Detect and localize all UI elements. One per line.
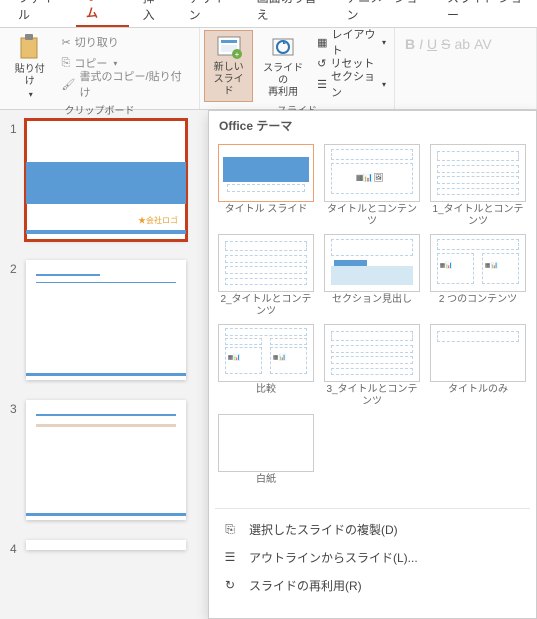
tab-home[interactable]: ホーム	[76, 0, 129, 27]
layout-3-title-content[interactable]: 3_タイトルとコンテンツ	[323, 324, 421, 408]
layout-button[interactable]: ▦レイアウト▾	[313, 32, 390, 52]
layout-blank[interactable]: 白紙	[217, 414, 315, 498]
new-slide-gallery: Office テーマ タイトル スライド ▦📊🖼 タイトルとコンテンツ 1_タイ…	[208, 110, 537, 619]
new-slide-button[interactable]: + 新しい スライド	[204, 30, 253, 102]
layout-title-slide[interactable]: タイトル スライド	[217, 144, 315, 228]
slide-item[interactable]: 1 ★会社ロゴ	[10, 120, 190, 240]
reset-icon: ↺	[317, 57, 326, 70]
underline-button[interactable]: U	[427, 36, 437, 52]
duplicate-slides-menu[interactable]: ⎘ 選択したスライドの複製(D)	[209, 515, 536, 543]
reuse-icon	[269, 33, 297, 61]
tab-file[interactable]: ファイル	[8, 0, 72, 27]
paste-button[interactable]: 貼り付け ▾	[4, 30, 56, 102]
reuse-slides-menu[interactable]: ↻ スライドの再利用(R)	[209, 571, 536, 599]
slide-item[interactable]: 4	[10, 540, 190, 556]
slides-from-outline-menu[interactable]: ☰ アウトラインからスライド(L)...	[209, 543, 536, 571]
cut-icon: ✂	[62, 36, 71, 49]
slide-item[interactable]: 2	[10, 260, 190, 380]
layout-title-content[interactable]: ▦📊🖼 タイトルとコンテンツ	[323, 144, 421, 228]
tab-animation[interactable]: アニメーション	[337, 0, 434, 27]
bold-button[interactable]: B	[405, 36, 415, 52]
reuse-menu-icon: ↻	[221, 576, 239, 594]
layout-title-only[interactable]: タイトルのみ	[429, 324, 527, 408]
slide-thumb-3[interactable]	[26, 400, 186, 520]
paste-icon	[16, 34, 44, 62]
layout-section-header[interactable]: セクション見出し	[323, 234, 421, 318]
slide-thumb-2[interactable]	[26, 260, 186, 380]
layout-icon: ▦	[317, 36, 327, 49]
outline-icon: ☰	[221, 548, 239, 566]
section-button[interactable]: ☰セクション▾	[313, 74, 390, 94]
format-painter-button[interactable]: 🖌書式のコピー/貼り付け	[58, 74, 195, 94]
tab-insert[interactable]: 挿入	[133, 0, 175, 27]
duplicate-icon: ⎘	[221, 520, 239, 538]
slide-item[interactable]: 3	[10, 400, 190, 520]
layout-1-title-content[interactable]: 1_タイトルとコンテンツ	[429, 144, 527, 228]
font-buttons: B I U S ab AV	[399, 30, 532, 58]
reuse-slides-button[interactable]: スライドの 再利用	[255, 30, 311, 102]
chevron-down-icon: ▾	[29, 90, 33, 99]
strike-button[interactable]: S	[441, 36, 450, 52]
spacing-button[interactable]: AV	[474, 36, 492, 52]
cut-button[interactable]: ✂切り取り	[58, 32, 195, 52]
slide-thumb-4[interactable]	[26, 540, 186, 550]
tab-transition[interactable]: 画面切り替え	[247, 0, 333, 27]
gallery-header: Office テーマ	[209, 111, 536, 140]
layout-2-title-content[interactable]: 2_タイトルとコンテンツ	[217, 234, 315, 318]
section-icon: ☰	[317, 78, 327, 91]
slides-panel[interactable]: 1 ★会社ロゴ 2 3 4	[0, 110, 200, 619]
layout-comparison[interactable]: ▦📊▦📊 比較	[217, 324, 315, 408]
layout-two-content[interactable]: ▦📊▦📊 2 つのコンテンツ	[429, 234, 527, 318]
shadow-button[interactable]: ab	[454, 36, 470, 52]
copy-icon: ⎘	[62, 57, 71, 70]
italic-button[interactable]: I	[419, 36, 423, 52]
brush-icon: 🖌	[62, 78, 76, 91]
tab-slideshow[interactable]: スライド ショー	[437, 0, 537, 27]
svg-text:+: +	[234, 50, 239, 59]
tab-design[interactable]: デザイン	[179, 0, 243, 27]
slide-thumb-1[interactable]: ★会社ロゴ	[26, 120, 186, 240]
new-slide-icon: +	[215, 34, 243, 60]
